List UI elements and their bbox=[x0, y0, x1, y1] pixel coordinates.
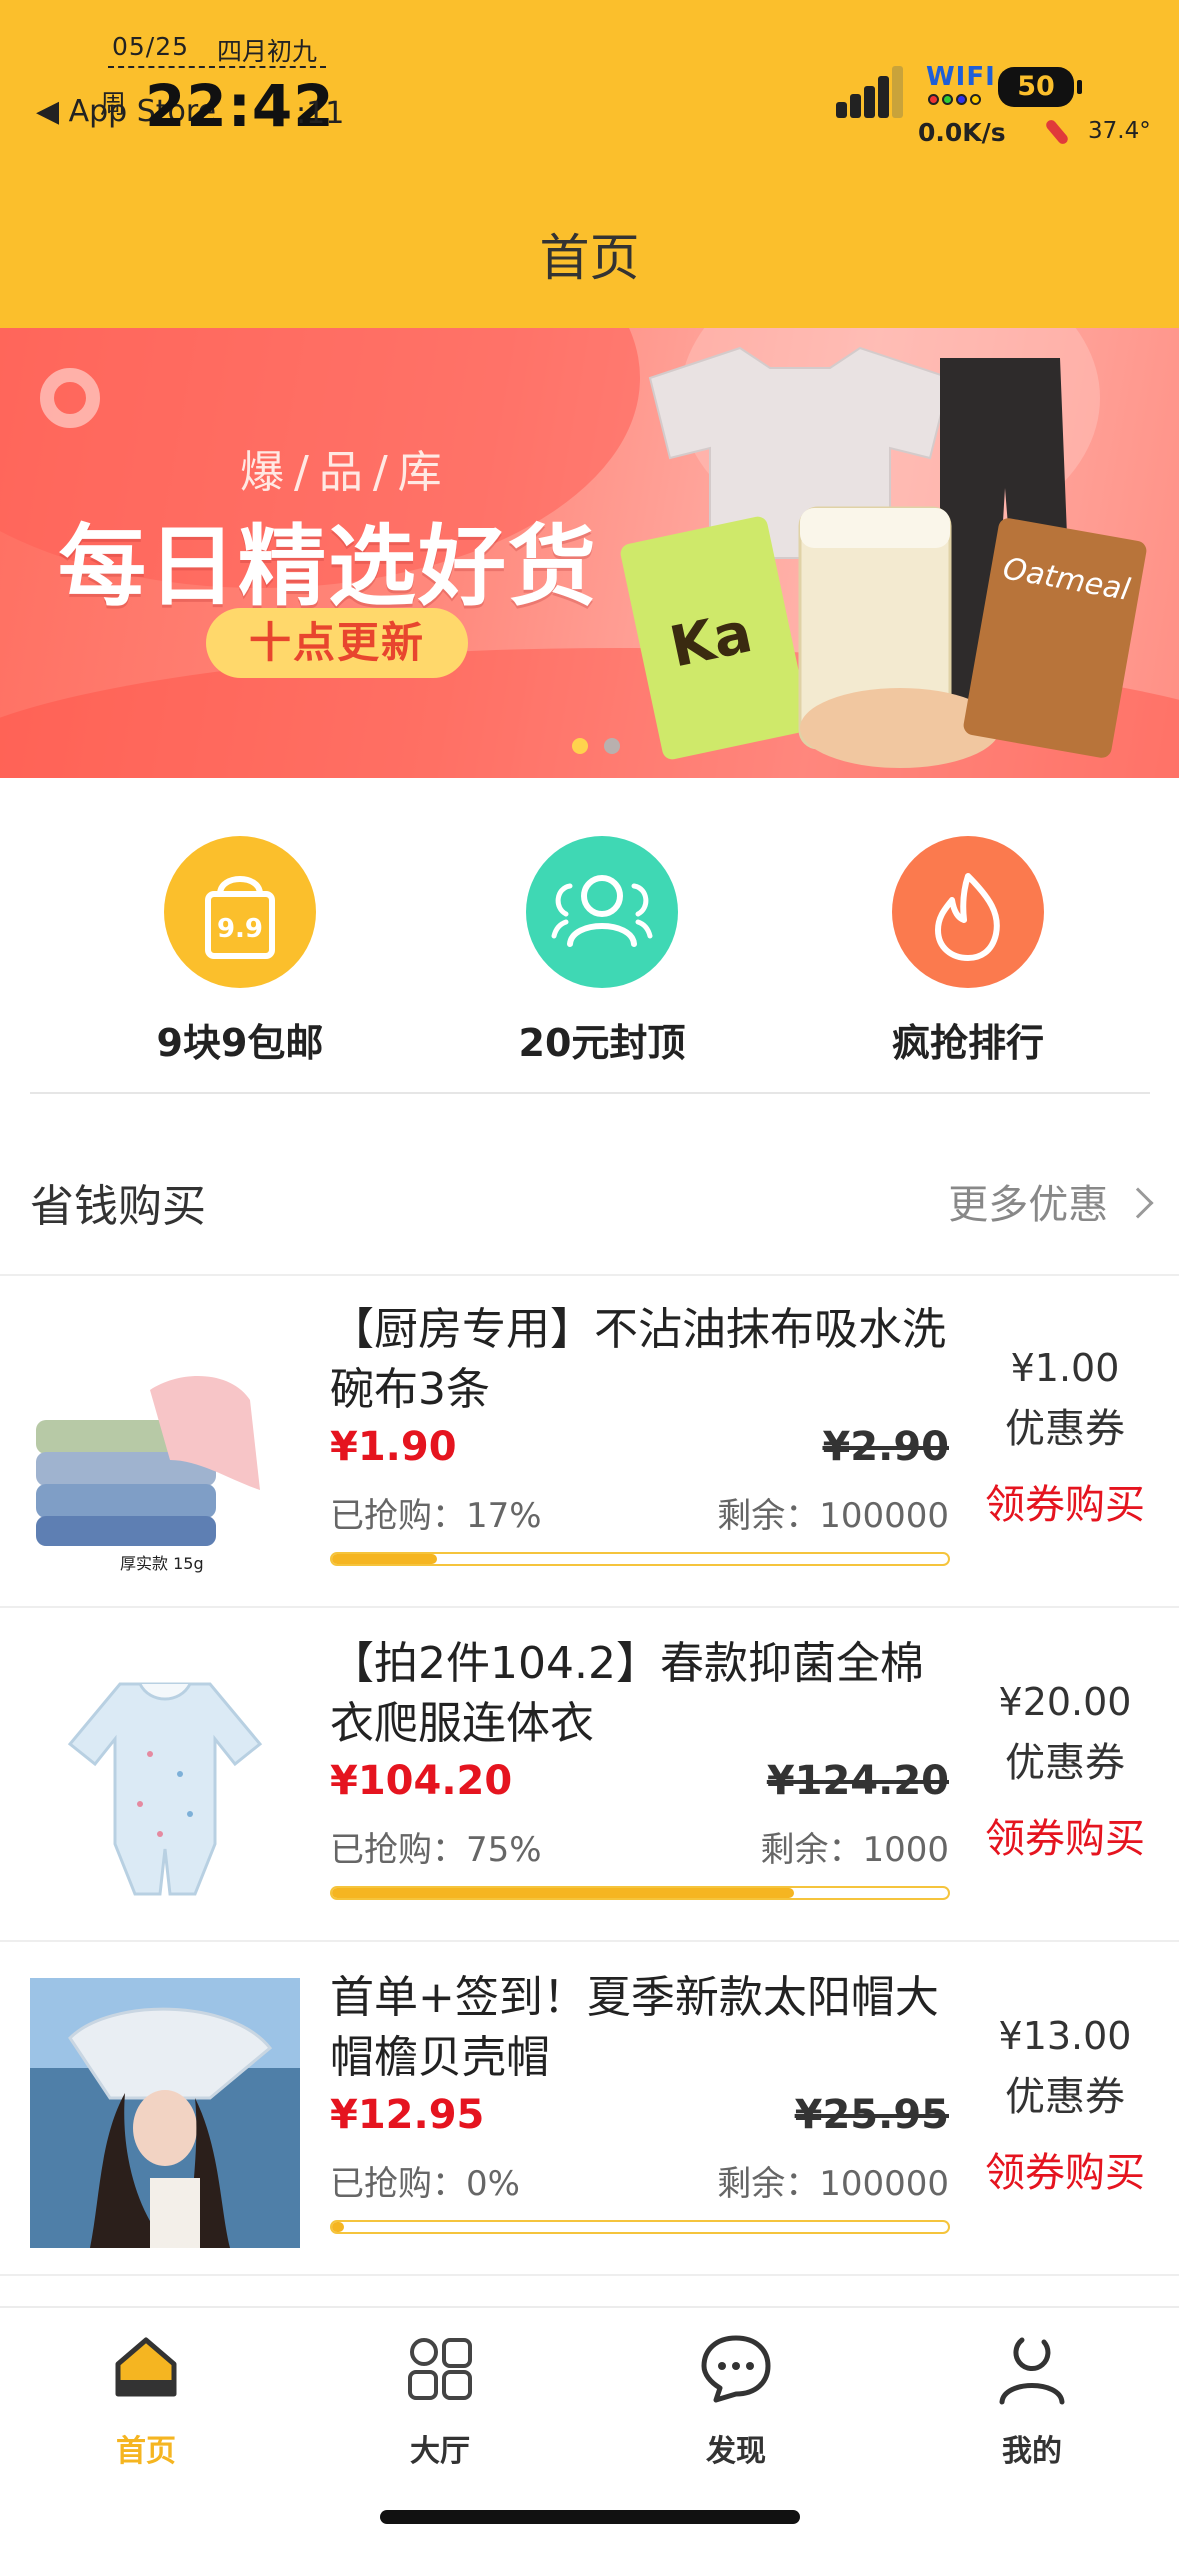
banner-products-illustration: Ka Oatmeal bbox=[620, 346, 1147, 768]
grid-icon bbox=[400, 2328, 480, 2408]
page-title: 首页 bbox=[539, 229, 640, 287]
sold-progress-bar bbox=[330, 1552, 950, 1566]
product-price: ¥104.20 bbox=[330, 1758, 513, 1804]
product-sold-percent: 已抢购：75% bbox=[330, 1830, 542, 1870]
claim-coupon-button[interactable]: 领券购买 bbox=[975, 2140, 1155, 2198]
section-title: 省钱购买 bbox=[30, 1181, 206, 1232]
product-sold-percent: 已抢购：0% bbox=[330, 2164, 520, 2204]
product-row[interactable]: 【拍2件104.2】春款抑菌全棉衣爬服连体衣 ¥104.20 ¥124.20 已… bbox=[0, 1610, 1179, 1942]
banner-pill: 十点更新 bbox=[206, 608, 468, 678]
group-users-icon bbox=[551, 875, 653, 947]
coupon-value: ¥13.00 bbox=[998, 2014, 1132, 2058]
banner-dot-active[interactable] bbox=[572, 738, 588, 754]
product-row[interactable]: 首单+签到！夏季新款太阳帽大帽檐贝壳帽 ¥12.95 ¥25.95 已抢购：0%… bbox=[0, 1944, 1179, 2276]
top-bar: 05/25 四月初九 ◀ App Store 周 22:42 :11 WIFI … bbox=[0, 0, 1179, 328]
tab-discover[interactable]: 发现 bbox=[636, 2328, 836, 2470]
category-20-yuan-cap[interactable]: 20元封顶 bbox=[472, 836, 732, 1067]
more-deals-link[interactable]: 更多优惠 bbox=[948, 1172, 1154, 1230]
thermometer-icon bbox=[1044, 118, 1070, 146]
device-temperature: 37.4° bbox=[1088, 118, 1151, 144]
status-divider bbox=[108, 66, 326, 68]
claim-coupon-button[interactable]: 领券购买 bbox=[975, 1806, 1155, 1864]
sold-progress-fill bbox=[332, 2222, 345, 2232]
coupon-label: 优惠券 bbox=[1005, 1406, 1125, 1452]
product-remaining: 剩余：100000 bbox=[717, 2164, 949, 2204]
thumbnail-caption: 厚实款 15g bbox=[120, 1550, 204, 1574]
category-label: 疯抢排行 bbox=[891, 1021, 1044, 1065]
chat-bubble-icon bbox=[696, 2328, 776, 2408]
tab-label: 发现 bbox=[706, 2434, 766, 2469]
home-indicator[interactable] bbox=[380, 2510, 800, 2524]
coupon-label: 优惠券 bbox=[1005, 2074, 1125, 2120]
status-seconds: :11 bbox=[296, 96, 345, 131]
product-thumbnail-sun-hat[interactable] bbox=[30, 1978, 300, 2248]
more-deals-label: 更多优惠 bbox=[948, 1182, 1109, 1228]
user-icon bbox=[992, 2328, 1072, 2408]
tab-label: 首页 bbox=[116, 2434, 176, 2469]
category-circle: 9.9 bbox=[164, 836, 316, 988]
product-title[interactable]: 【拍2件104.2】春款抑菌全棉衣爬服连体衣 bbox=[330, 1634, 960, 1754]
wifi-label: WIFI bbox=[926, 62, 996, 92]
battery-indicator: 50 bbox=[998, 67, 1082, 107]
status-weekday: 周 bbox=[100, 90, 127, 120]
banner-pagination bbox=[572, 738, 620, 754]
home-icon bbox=[106, 2328, 186, 2408]
product-title[interactable]: 【厨房专用】不沾油抹布吸水洗碗布3条 bbox=[330, 1300, 960, 1420]
product-price: ¥12.95 bbox=[330, 2092, 485, 2138]
product-original-price: ¥2.90 bbox=[822, 1424, 949, 1470]
bag-badge: 9.9 bbox=[217, 914, 263, 944]
product-sold-percent: 已抢购：17% bbox=[330, 1496, 542, 1536]
product-row[interactable]: 厚实款 15g 【厨房专用】不沾油抹布吸水洗碗布3条 ¥1.90 ¥2.90 已… bbox=[0, 1276, 1179, 1608]
category-label: 20元封顶 bbox=[518, 1021, 686, 1065]
banner-headline: 每日精选好货 bbox=[58, 515, 599, 618]
category-hot-ranking[interactable]: 疯抢排行 bbox=[838, 836, 1098, 1067]
tab-home[interactable]: 首页 bbox=[46, 2328, 246, 2470]
category-label: 9块9包邮 bbox=[156, 1021, 324, 1065]
status-lunar-date: 四月初九 bbox=[217, 37, 318, 66]
tab-label: 大厅 bbox=[410, 2434, 470, 2469]
product-original-price: ¥124.20 bbox=[766, 1758, 949, 1804]
promo-banner[interactable]: 爆/品/库 每日精选好货 十点更新 Ka Oatmeal bbox=[0, 328, 1179, 778]
chevron-right-icon bbox=[1122, 1187, 1154, 1219]
sold-progress-fill bbox=[332, 1888, 794, 1898]
status-date: 05/25 bbox=[112, 32, 190, 61]
tab-label: 我的 bbox=[1002, 2434, 1062, 2469]
network-speed: 0.0K/s bbox=[918, 118, 1006, 147]
shopping-bag-icon: 9.9 bbox=[205, 876, 275, 959]
cellular-signal-icon bbox=[836, 66, 906, 118]
wifi-indicator-icon bbox=[928, 94, 981, 105]
sold-progress-bar bbox=[330, 1886, 950, 1900]
flame-icon bbox=[935, 873, 1000, 961]
coupon-label: 优惠券 bbox=[1005, 1740, 1125, 1786]
tab-hall[interactable]: 大厅 bbox=[340, 2328, 540, 2470]
category-circle bbox=[526, 836, 678, 988]
sold-progress-bar bbox=[330, 2220, 950, 2234]
category-circle bbox=[892, 836, 1044, 988]
product-title[interactable]: 首单+签到！夏季新款太阳帽大帽檐贝壳帽 bbox=[330, 1968, 960, 2088]
banner-dot[interactable] bbox=[604, 738, 620, 754]
coupon-value: ¥20.00 bbox=[998, 1680, 1132, 1724]
coupon-value: ¥1.00 bbox=[1010, 1346, 1120, 1390]
tab-me[interactable]: 我的 bbox=[932, 2328, 1132, 2470]
sold-progress-fill bbox=[332, 1554, 437, 1564]
banner-subtitle: 爆/品/库 bbox=[240, 447, 452, 498]
product-remaining: 剩余：100000 bbox=[717, 1496, 949, 1536]
category-divider bbox=[30, 1092, 1150, 1094]
product-original-price: ¥25.95 bbox=[794, 2092, 949, 2138]
product-thumbnail-dishcloth[interactable]: 厚实款 15g bbox=[30, 1310, 300, 1580]
product-price: ¥1.90 bbox=[330, 1424, 457, 1470]
product-remaining: 剩余：1000 bbox=[760, 1830, 949, 1870]
category-9-9-free-shipping[interactable]: 9.9 9块9包邮 bbox=[110, 836, 370, 1067]
product-thumbnail-romper[interactable] bbox=[30, 1644, 300, 1914]
claim-coupon-button[interactable]: 领券购买 bbox=[975, 1472, 1155, 1530]
